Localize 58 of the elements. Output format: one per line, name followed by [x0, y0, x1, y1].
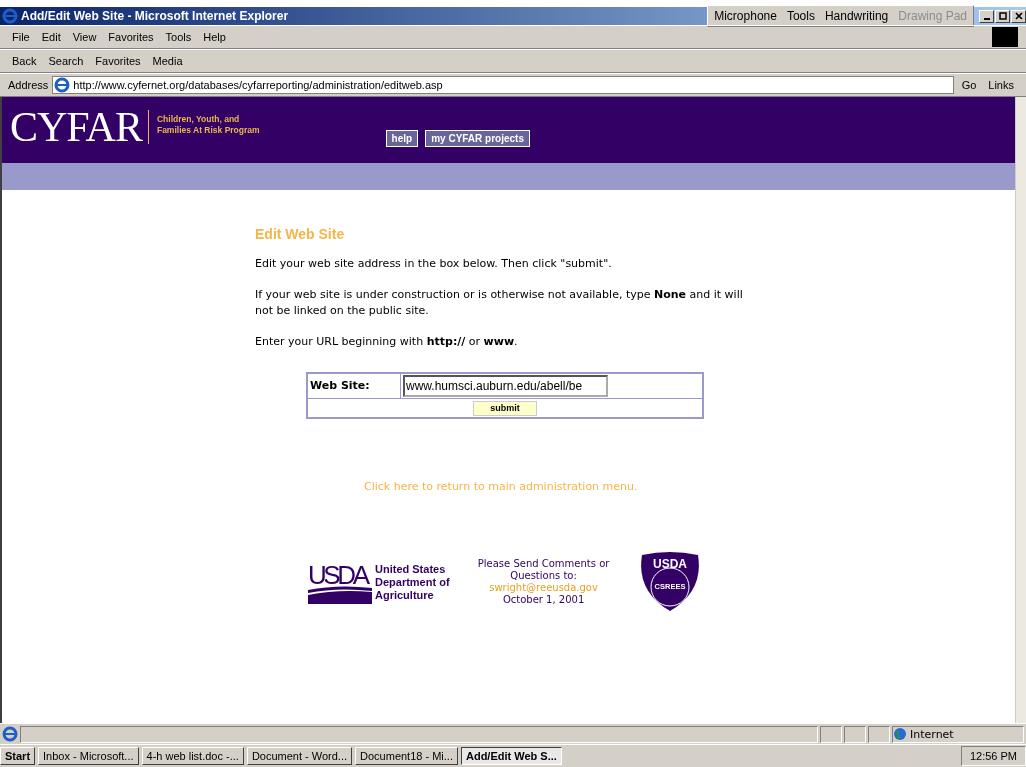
tagline: Families At Risk Program	[156, 125, 260, 136]
scrollbar[interactable]	[1015, 97, 1026, 723]
toolbar-button[interactable]: Search	[44, 55, 88, 67]
instruction-text: Enter your URL beginning with http:// or www.	[255, 334, 519, 350]
toolbar-button[interactable]: Back	[8, 55, 41, 67]
page-icon	[54, 77, 71, 93]
taskbar-button[interactable]: Add/Edit Web S...	[460, 747, 562, 765]
date-text: October 1, 2001	[501, 594, 586, 606]
window-title: Add/Edit Web Site - Microsoft Internet Explorer	[21, 9, 290, 23]
usda-logo: USDA	[308, 560, 372, 604]
toolbar-button[interactable]: Favorites	[91, 55, 145, 67]
start-button[interactable]: Start	[0, 747, 36, 765]
site-logo: CYFAR	[10, 105, 142, 149]
agency-name: Department of	[375, 575, 450, 589]
taskbar-button[interactable]: Document - Word...	[246, 747, 353, 765]
menu-item[interactable]: Help	[199, 31, 230, 43]
contact-text: Questions to:	[509, 570, 578, 582]
maximize-button[interactable]	[995, 9, 1010, 23]
submit-button[interactable]: submit	[473, 400, 537, 416]
page-heading: Edit Web Site	[255, 226, 346, 242]
language-bar-button[interactable]: Handwriting	[824, 9, 889, 23]
page-icon	[2, 726, 18, 742]
clock: 12:56 PM	[969, 750, 1017, 762]
close-button[interactable]	[1011, 9, 1026, 23]
address-field[interactable]: http://www.cyfernet.org/databases/cyfarreporting/administration/editweb.asp	[52, 76, 954, 94]
field-label: Web Site:	[307, 373, 401, 399]
minimize-button[interactable]	[979, 9, 994, 23]
menu-item[interactable]: Favorites	[104, 31, 158, 43]
status-panel	[868, 725, 890, 743]
taskbar-button[interactable]: Document18 - Mi...	[355, 747, 458, 765]
instruction-text: If your web site is under construction or is otherwise not available, type None and it will not be linked on the public site.	[255, 287, 744, 319]
status-panel	[820, 725, 842, 743]
taskbar-button[interactable]: Inbox - Microsoft...	[38, 747, 139, 765]
instruction-text: Edit your web site address in the box below. Then click "submit".	[255, 256, 613, 272]
tagline: Children, Youth, and	[156, 114, 241, 125]
contact-text: Please Send Comments or	[476, 558, 611, 570]
nav-button[interactable]: my CYFAR projects	[425, 130, 530, 147]
links-button[interactable]: Links	[984, 79, 1018, 91]
toolbar-button[interactable]: Media	[148, 55, 187, 67]
menu-item[interactable]: File	[8, 31, 34, 43]
web-site-field[interactable]: www.humsci.auburn.edu/abell/be	[403, 375, 608, 397]
menu-item[interactable]: Edit	[37, 31, 65, 43]
menu-item[interactable]: Tools	[161, 31, 196, 43]
security-zone: Internet	[910, 727, 954, 741]
menu-item[interactable]: View	[68, 31, 101, 43]
globe-icon	[893, 727, 907, 741]
nav-button[interactable]: help	[385, 130, 419, 147]
agency-name: Agriculture	[375, 588, 435, 602]
language-bar-button[interactable]: Microphone	[714, 9, 777, 23]
browser-icon	[2, 8, 18, 24]
maximize-icon	[998, 12, 1007, 20]
address-label: Address	[8, 79, 49, 91]
status-panel	[844, 725, 866, 743]
close-icon	[1014, 12, 1023, 20]
go-button[interactable]: Go	[957, 79, 981, 91]
taskbar-button[interactable]: 4-h web list.doc -...	[141, 747, 244, 765]
agency-name: United States	[375, 562, 447, 576]
language-bar-button[interactable]: Tools	[786, 9, 815, 23]
